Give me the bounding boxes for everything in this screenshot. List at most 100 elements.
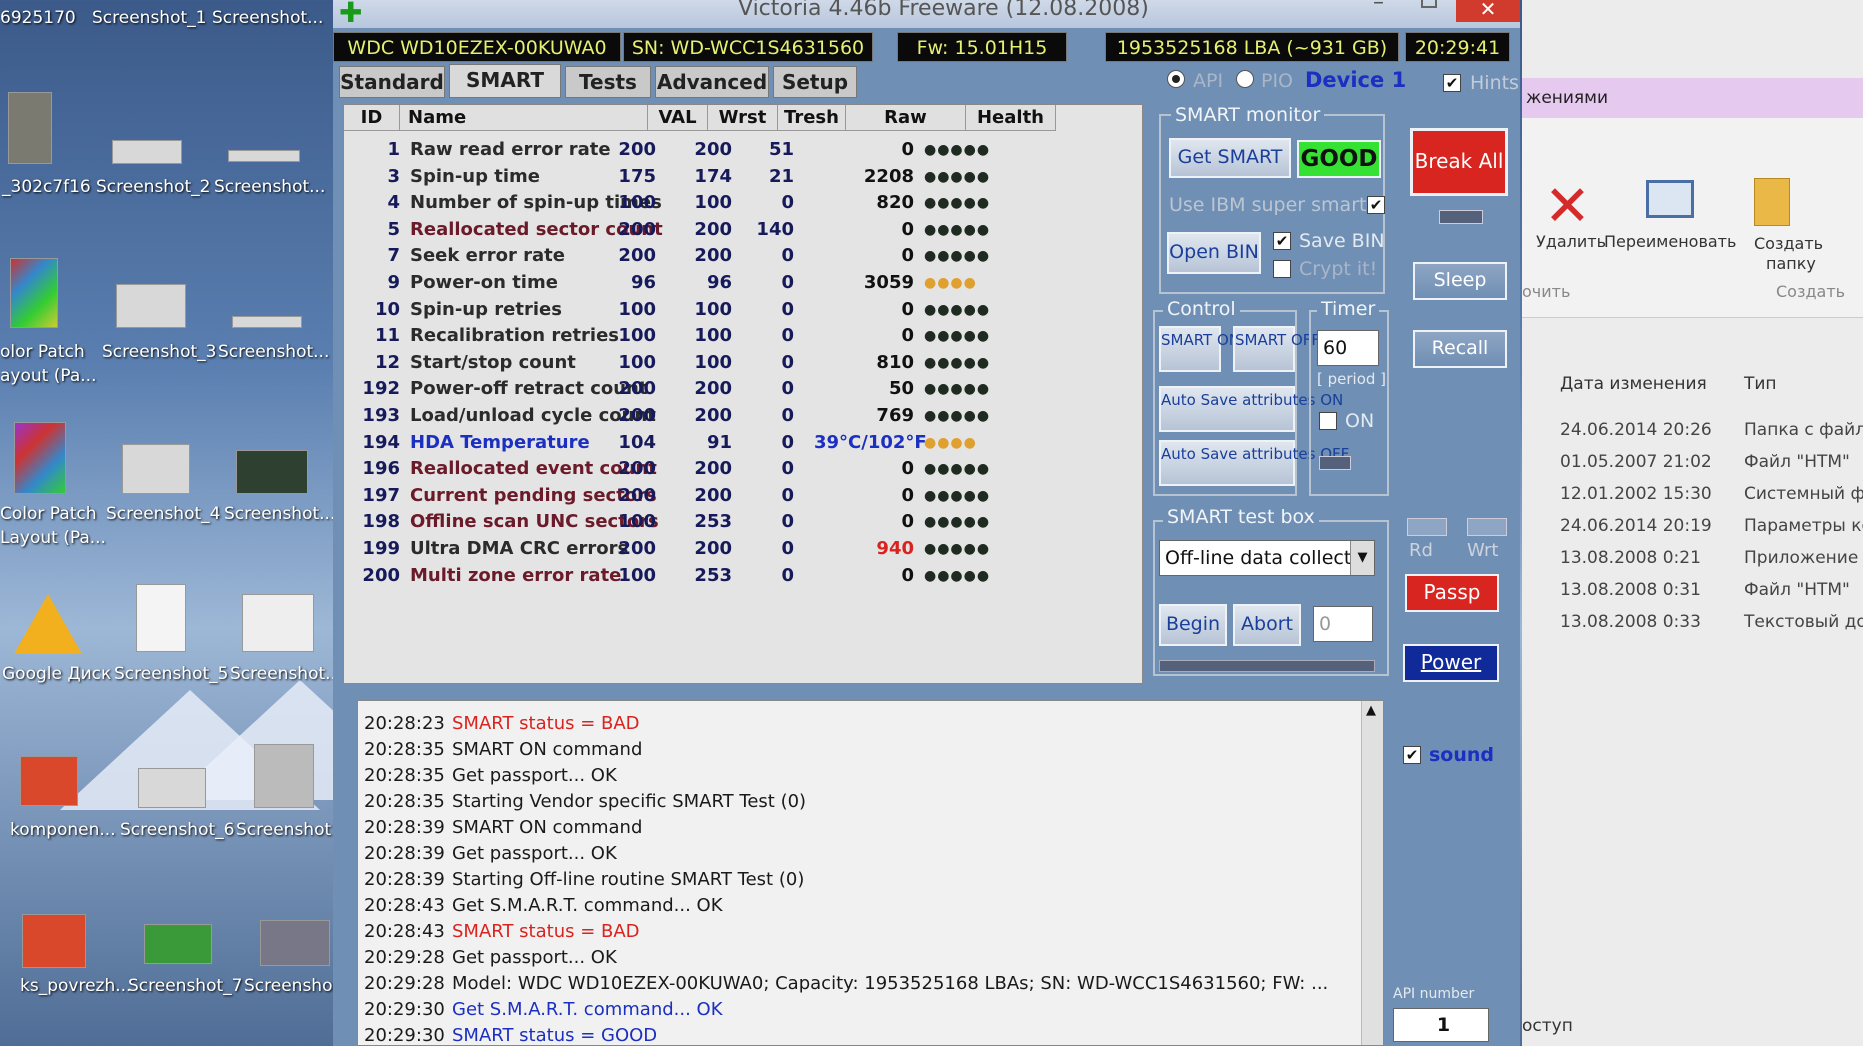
auto-save-off-button[interactable]: Auto Save attributes OFF [1159, 440, 1349, 486]
tab-standard[interactable]: Standard [339, 66, 445, 98]
desktop-icon-label[interactable]: Screenshot... [218, 342, 329, 362]
test-counter-input[interactable]: 0 [1313, 606, 1373, 642]
pdf-file-icon[interactable] [22, 914, 86, 968]
screenshot-thumbnail-icon[interactable] [228, 150, 300, 162]
desktop-icon-label[interactable]: olor Patch [0, 342, 85, 362]
rename-label[interactable]: Переименовать [1604, 232, 1736, 251]
screenshot-thumbnail-icon[interactable] [138, 768, 206, 808]
table-row[interactable]: 4 Number of spin-up times 100 100 0 820 ●●●●● [344, 190, 1144, 216]
table-row[interactable]: 197 Current pending sectors 200 200 0 0 ●●●●● [344, 483, 1144, 509]
column-header-date[interactable]: Дата изменения [1560, 374, 1707, 394]
desktop-icon-label[interactable]: Screenshot... [214, 177, 325, 197]
table-row[interactable]: 5 Reallocated sector count 200 200 140 0 ●●●●● [344, 217, 1144, 243]
desktop-icon-label[interactable]: Screenshot_1 [92, 8, 206, 28]
desktop-icon-label[interactable]: Screenshot... [212, 8, 323, 28]
hints-checkbox[interactable]: ✔ [1443, 74, 1461, 92]
table-row[interactable]: 3 Spin-up time 175 174 21 2208 ●●●●● [344, 164, 1144, 190]
screenshot-thumbnail-icon[interactable] [122, 444, 190, 494]
power-button[interactable]: Power [1403, 644, 1499, 682]
desktop-icon-label[interactable]: Screenshot... [230, 664, 341, 684]
begin-button[interactable]: Begin [1159, 604, 1227, 646]
color-patch-thumbnail-icon[interactable] [10, 258, 58, 328]
table-row[interactable]: 198 Offline scan UNC sectors 100 253 0 0 ●●●●● [344, 509, 1144, 535]
screenshot-thumbnail-icon[interactable] [116, 284, 186, 328]
tab-advanced[interactable]: Advanced [655, 66, 769, 98]
file-type[interactable]: Системный фа [1744, 484, 1863, 504]
column-header-id[interactable]: ID [344, 105, 400, 131]
screenshot-thumbnail-icon[interactable] [136, 584, 186, 652]
pio-radio[interactable] [1236, 70, 1254, 88]
break-all-button[interactable]: Break All [1410, 128, 1508, 196]
smart-off-button[interactable]: SMART OFF [1233, 326, 1320, 372]
abort-button[interactable]: Abort [1233, 604, 1301, 646]
smart-on-button[interactable]: SMART ON [1159, 326, 1240, 372]
file-date[interactable]: 13.08.2008 0:31 [1560, 580, 1701, 600]
passp-button[interactable]: Passp [1405, 574, 1499, 612]
pdf-file-icon[interactable] [20, 756, 78, 806]
explorer-ribbon-tab[interactable]: жениями [1522, 78, 1863, 118]
table-row[interactable]: 9 Power-on time 96 96 0 3059 ●●●● [344, 270, 1144, 296]
table-row[interactable]: 10 Spin-up retries 100 100 0 0 ●●●●● [344, 297, 1144, 323]
sound-checkbox[interactable]: ✔ [1403, 746, 1421, 764]
tab-setup[interactable]: Setup [773, 66, 857, 98]
column-header-val[interactable]: VAL [648, 105, 708, 131]
desktop-icon-label[interactable]: Screenshot_4 [106, 504, 220, 524]
api-number-input[interactable]: 1 [1393, 1008, 1489, 1042]
device-label[interactable]: Device 1 [1305, 68, 1406, 92]
desktop-icon-label[interactable]: Screenshot_7 [128, 976, 242, 996]
table-row[interactable]: 196 Reallocated event count 200 200 0 0 ●●●●● [344, 456, 1144, 482]
column-header-raw[interactable]: Raw [846, 105, 966, 131]
desktop-icon-label[interactable]: Screenshot_3 [102, 342, 216, 362]
maximize-button[interactable] [1421, 0, 1437, 8]
table-row[interactable]: 199 Ultra DMA CRC errors 200 200 0 940 ●●●●● [344, 536, 1144, 562]
delete-label[interactable]: Удалить [1536, 232, 1606, 251]
window-title-bar[interactable]: ✚ Victoria 4.46b Freeware (12.08.2008) –… [333, 0, 1520, 29]
desktop-icon-label[interactable]: Screenshot_6 [120, 820, 234, 840]
screenshot-thumbnail-icon[interactable] [144, 924, 212, 964]
screenshot-thumbnail-icon[interactable] [236, 450, 308, 494]
scroll-up-icon[interactable]: ▲ [1366, 703, 1376, 718]
api-radio[interactable] [1167, 70, 1185, 88]
file-type[interactable]: Приложение [1744, 548, 1858, 568]
table-row[interactable]: 192 Power-off retract count 200 200 0 50 ●●●●● [344, 376, 1144, 402]
file-type[interactable]: Файл "HTM" [1744, 580, 1850, 600]
file-date[interactable]: 24.06.2014 20:19 [1560, 516, 1712, 536]
table-row[interactable]: 7 Seek error rate 200 200 0 0 ●●●●● [344, 243, 1144, 269]
recall-button[interactable]: Recall [1413, 330, 1507, 368]
table-row[interactable]: 194 HDA Temperature 104 91 0 39°C/102°F ●●●● [344, 430, 1144, 456]
file-type[interactable]: Параметры кон [1744, 516, 1863, 536]
screenshot-thumbnail-icon[interactable] [8, 92, 52, 164]
tab-smart[interactable]: SMART [449, 64, 561, 98]
table-row[interactable]: 200 Multi zone error rate 100 253 0 0 ●●●●● [344, 563, 1144, 589]
color-patch-thumbnail-icon[interactable] [14, 422, 66, 494]
screenshot-thumbnail-icon[interactable] [242, 594, 314, 652]
column-header-tresh[interactable]: Tresh [778, 105, 846, 131]
column-header-type[interactable]: Тип [1744, 374, 1777, 394]
save-bin-checkbox[interactable]: ✔ [1273, 232, 1291, 250]
open-bin-button[interactable]: Open BIN [1167, 232, 1261, 274]
screenshot-thumbnail-icon[interactable] [260, 920, 330, 966]
new-folder-label[interactable]: Создать [1754, 234, 1823, 253]
rename-icon[interactable] [1646, 180, 1694, 218]
test-type-select[interactable]: Off-line data collect ▼ [1159, 540, 1375, 576]
file-date[interactable]: 13.08.2008 0:21 [1560, 548, 1701, 568]
table-row[interactable]: 193 Load/unload cycle count 200 200 0 769 ●●●●… [344, 403, 1144, 429]
close-button[interactable]: ✕ [1456, 0, 1520, 22]
desktop-icon-label[interactable]: _302c7f16 [2, 177, 91, 197]
get-smart-button[interactable]: Get SMART [1169, 138, 1291, 178]
desktop-icon-label[interactable]: Layout (Pa... [0, 528, 106, 548]
desktop-icon-label[interactable]: Screenshot... [236, 820, 347, 840]
file-type[interactable]: Файл "HTM" [1744, 452, 1850, 472]
file-type[interactable]: Текстовый доку [1744, 612, 1863, 632]
screenshot-thumbnail-icon[interactable] [254, 744, 314, 808]
log-scrollbar[interactable]: ▲ [1361, 701, 1383, 1045]
table-row[interactable]: 1 Raw read error rate 200 200 51 0 ●●●●● [344, 137, 1144, 163]
file-date[interactable]: 24.06.2014 20:26 [1560, 420, 1712, 440]
chevron-down-icon[interactable]: ▼ [1350, 541, 1374, 575]
tab-tests[interactable]: Tests [565, 66, 651, 98]
desktop-icon-label[interactable]: Screenshot_5 [114, 664, 228, 684]
file-type[interactable]: Папка с файла [1744, 420, 1863, 440]
desktop-icon-label[interactable]: 6925170 [0, 8, 76, 28]
desktop-icon-label[interactable]: Screenshot_2 [96, 177, 210, 197]
table-row[interactable]: 12 Start/stop count 100 100 0 810 ●●●●● [344, 350, 1144, 376]
